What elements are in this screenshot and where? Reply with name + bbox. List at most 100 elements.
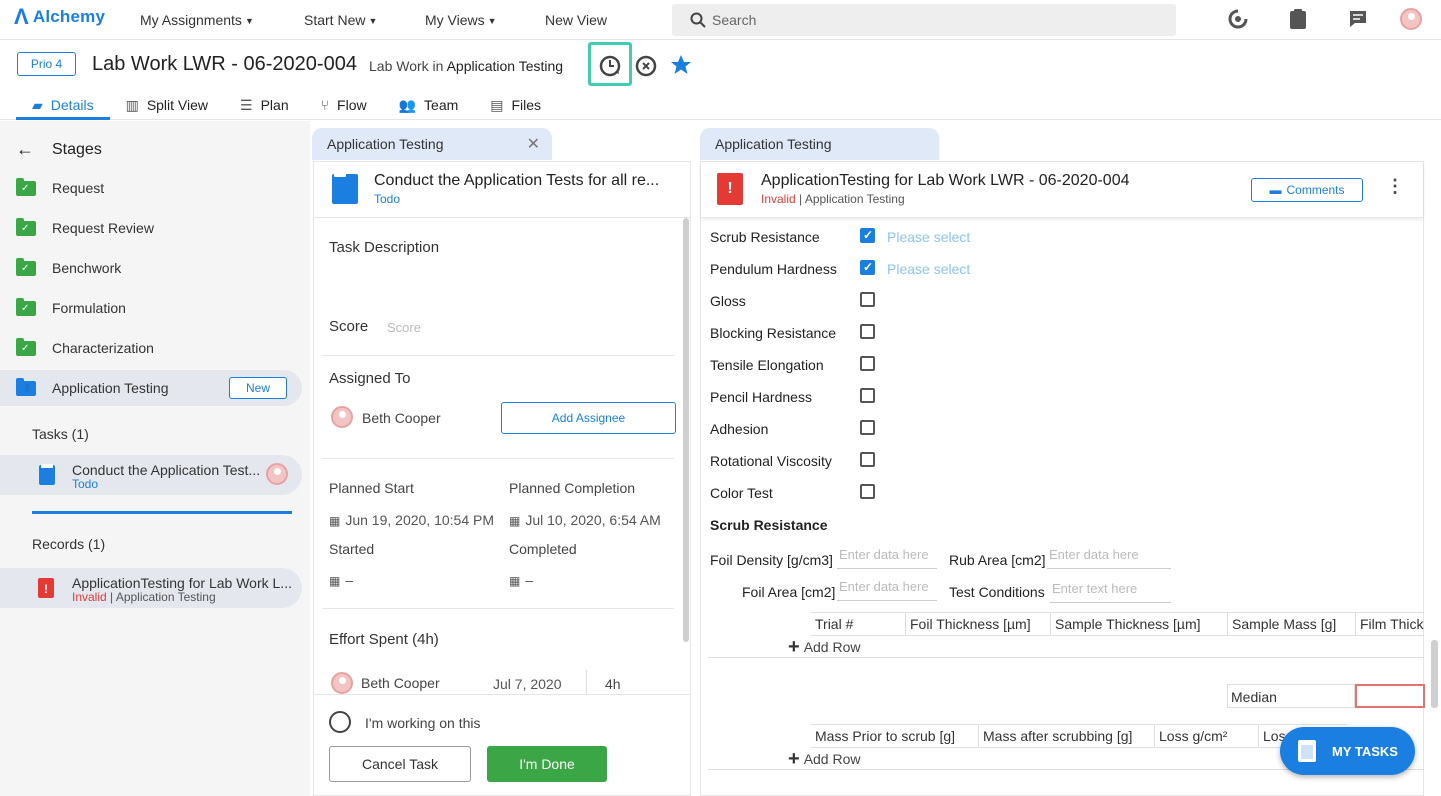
trials-table-header: Trial # Foil Thickness [µm] Sample Thick… bbox=[811, 612, 1424, 636]
calendar-icon: ▦ bbox=[329, 514, 341, 528]
rub-area-input[interactable]: Enter data here bbox=[1047, 547, 1171, 569]
team-icon: 👥 bbox=[398, 96, 417, 113]
subtitle-prefix: Lab Work in bbox=[369, 58, 444, 74]
chat-icon[interactable] bbox=[1347, 8, 1369, 30]
clock-cancel-icon[interactable] bbox=[634, 54, 658, 81]
tab-files[interactable]: ▤ Files bbox=[474, 92, 557, 118]
completed-value[interactable]: ▦ – bbox=[509, 572, 533, 588]
tab-team-label: Team bbox=[424, 97, 459, 113]
stages-heading: ← Stages bbox=[16, 139, 102, 160]
search-input[interactable]: Search bbox=[672, 4, 1176, 36]
test-label: Scrub Resistance bbox=[710, 229, 820, 245]
record-card-header: ! ApplicationTesting for Lab Work LWR - … bbox=[701, 162, 1423, 218]
right-panel-tab[interactable]: Application Testing bbox=[700, 128, 939, 160]
divider bbox=[322, 458, 674, 459]
clipboard-icon[interactable] bbox=[1287, 8, 1309, 30]
test-label: Color Test bbox=[710, 485, 773, 501]
comment-icon: ▬ bbox=[1269, 183, 1282, 197]
alchemy-logo[interactable]: Λ Alchemy bbox=[14, 6, 105, 28]
back-arrow-icon[interactable]: ← bbox=[16, 139, 34, 160]
stage-request-review[interactable]: Request Review bbox=[0, 210, 302, 246]
stage-label: Application Testing bbox=[52, 380, 169, 396]
new-badge[interactable]: New bbox=[229, 377, 287, 399]
stage-characterization[interactable]: Characterization bbox=[0, 330, 302, 366]
nav-my-views[interactable]: My Views ▼ bbox=[425, 12, 497, 28]
assigned-to-label: Assigned To bbox=[329, 370, 411, 387]
method-select[interactable]: Please select bbox=[887, 261, 970, 277]
nav-my-assignments-label: My Assignments bbox=[140, 12, 242, 28]
completed-text: – bbox=[525, 572, 534, 588]
more-vertical-icon[interactable]: ⋮ bbox=[1386, 176, 1404, 197]
history-icon[interactable] bbox=[1227, 8, 1249, 30]
stage-label: Characterization bbox=[52, 340, 154, 356]
folder-check-icon bbox=[16, 337, 36, 356]
tab-team[interactable]: 👥 Team bbox=[383, 92, 475, 118]
nav-my-assignments[interactable]: My Assignments ▼ bbox=[140, 12, 254, 28]
test-checkbox[interactable] bbox=[860, 356, 875, 371]
done-button[interactable]: I'm Done bbox=[487, 746, 607, 782]
stage-benchwork[interactable]: Benchwork bbox=[0, 250, 302, 286]
tab-plan[interactable]: ☰ Plan bbox=[224, 92, 305, 118]
nav-my-views-label: My Views bbox=[425, 12, 485, 28]
scrollbar[interactable] bbox=[683, 218, 689, 642]
favorite-star-icon[interactable] bbox=[669, 53, 693, 80]
stage-formulation[interactable]: Formulation bbox=[0, 290, 302, 326]
clock-arrow-icon[interactable] bbox=[598, 54, 622, 81]
folder-check-icon bbox=[16, 217, 36, 236]
completed-label: Completed bbox=[509, 541, 577, 557]
test-checkbox[interactable] bbox=[860, 420, 875, 435]
tab-split-view[interactable]: ▥ Split View bbox=[110, 92, 224, 118]
cancel-task-button[interactable]: Cancel Task bbox=[329, 746, 471, 782]
nav-new-view[interactable]: New View bbox=[545, 12, 607, 28]
tab-details[interactable]: ▰ Details bbox=[16, 92, 110, 120]
user-avatar[interactable] bbox=[1400, 8, 1422, 30]
effort-date: Jul 7, 2020 bbox=[493, 676, 562, 692]
stage-application-testing[interactable]: Application Testing New bbox=[0, 370, 302, 406]
test-checkbox[interactable] bbox=[860, 324, 875, 339]
task-clipboard-icon bbox=[332, 173, 358, 204]
foil-density-input[interactable]: Enter data here bbox=[837, 547, 937, 569]
column-header: Mass after scrubbing [g] bbox=[979, 725, 1155, 747]
assignee-avatar bbox=[266, 463, 288, 485]
started-value[interactable]: ▦ – bbox=[329, 572, 353, 588]
folder-check-icon bbox=[16, 297, 36, 316]
divider bbox=[586, 670, 587, 694]
task-panel: Conduct the Application Tests for all re… bbox=[313, 161, 691, 796]
sidebar-task-item[interactable]: Conduct the Application Test... Todo bbox=[0, 455, 302, 495]
my-tasks-button[interactable]: MY TASKS bbox=[1280, 727, 1415, 775]
middle-panel-tab[interactable]: Application Testing ✕ bbox=[312, 128, 552, 160]
planned-completion-value[interactable]: ▦ Jul 10, 2020, 6:54 AM bbox=[509, 512, 661, 528]
close-icon[interactable]: ✕ bbox=[527, 134, 540, 154]
planned-start-text: Jun 19, 2020, 10:54 PM bbox=[345, 512, 495, 528]
progress-bar bbox=[32, 511, 292, 514]
planned-start-value[interactable]: ▦ Jun 19, 2020, 10:54 PM bbox=[329, 512, 494, 528]
test-checkbox[interactable] bbox=[860, 484, 875, 499]
test-checkbox[interactable] bbox=[860, 260, 875, 275]
tab-flow[interactable]: ⑂ Flow bbox=[305, 92, 383, 118]
stage-request[interactable]: Request bbox=[0, 170, 302, 206]
test-checkbox[interactable] bbox=[860, 292, 875, 307]
page-subtitle: Lab Work in Application Testing bbox=[369, 58, 563, 74]
edit-document-icon: ▰ bbox=[32, 96, 43, 113]
test-checkbox[interactable] bbox=[860, 452, 875, 467]
median-input[interactable] bbox=[1355, 684, 1425, 708]
test-conditions-input[interactable]: Enter text here bbox=[1050, 581, 1171, 603]
foil-area-input[interactable]: Enter data here bbox=[837, 579, 937, 601]
test-checkbox[interactable] bbox=[860, 228, 875, 243]
method-select[interactable]: Please select bbox=[887, 229, 970, 245]
nav-start-new[interactable]: Start New ▼ bbox=[304, 12, 377, 28]
divider bbox=[314, 694, 690, 695]
add-row-button[interactable]: + Add Row bbox=[708, 636, 1424, 658]
add-assignee-button[interactable]: Add Assignee bbox=[501, 402, 676, 434]
subtitle-location[interactable]: Application Testing bbox=[447, 58, 563, 74]
score-input[interactable]: Score bbox=[387, 320, 421, 335]
foil-area-label: Foil Area [cm2] bbox=[742, 584, 836, 600]
page-scrollbar[interactable] bbox=[1431, 640, 1438, 708]
calendar-icon: ▦ bbox=[509, 574, 521, 588]
comments-button[interactable]: ▬ Comments bbox=[1251, 178, 1363, 202]
working-radio[interactable] bbox=[329, 711, 351, 733]
test-checkbox[interactable] bbox=[860, 388, 875, 403]
sidebar-record-item[interactable]: ! ApplicationTesting for Lab Work L... I… bbox=[0, 568, 302, 608]
record-panel: ! ApplicationTesting for Lab Work LWR - … bbox=[700, 161, 1425, 796]
priority-badge[interactable]: Prio 4 bbox=[17, 52, 76, 76]
